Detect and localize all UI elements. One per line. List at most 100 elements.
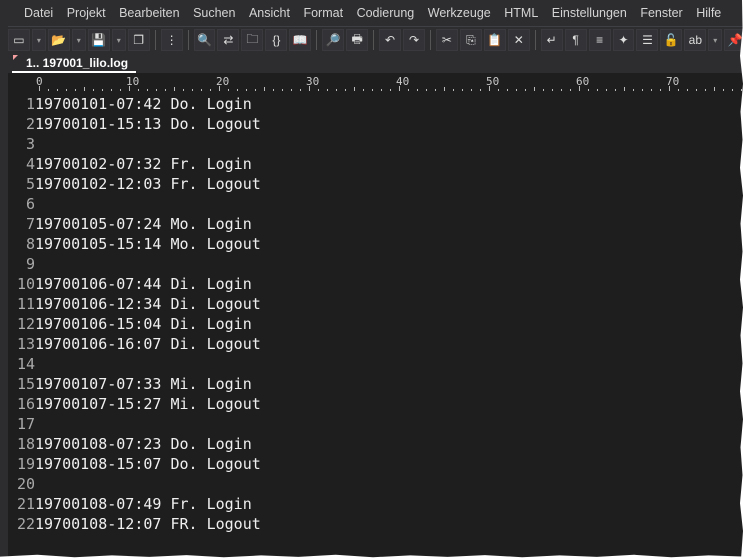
ruler-tick <box>264 87 265 91</box>
ruler-label: 30 <box>306 75 320 88</box>
ruler-tick <box>633 89 634 91</box>
delete-icon[interactable]: ✕ <box>507 29 530 51</box>
menu-ansicht[interactable]: Ansicht <box>249 6 290 20</box>
redo-icon[interactable]: ↷ <box>403 29 425 51</box>
print-icon[interactable]: 🖶 <box>346 29 369 51</box>
menu-einstellungen[interactable]: Einstellungen <box>552 6 627 20</box>
line-text: 19700101-15:13 Do. Logout <box>35 115 261 133</box>
line-number: 1 <box>25 95 35 113</box>
ruler-label: 40 <box>396 75 410 88</box>
line-text: 19700107-07:33 Mi. Login <box>35 375 252 393</box>
project-tree-icon[interactable]: ⋮ <box>160 29 183 51</box>
cut-icon[interactable]: ✂ <box>435 29 458 51</box>
tab-label: 1.. 197001_lilo.log <box>26 56 129 70</box>
ruler-label: 10 <box>126 75 140 88</box>
pilcrow-icon[interactable]: ¶ <box>564 29 587 51</box>
ruler-tick <box>237 89 238 91</box>
ruler-tick <box>75 89 76 91</box>
ruler-tick <box>93 89 94 91</box>
dropdown-icon[interactable]: ▾ <box>31 29 46 51</box>
text-line: 16 19700107-15:27 Mi. Logout <box>8 394 261 414</box>
undo-icon[interactable]: ↶ <box>379 29 402 51</box>
ruler-tick <box>255 89 256 91</box>
print-preview-icon[interactable]: 🔎 <box>322 29 345 51</box>
line-text: 19700102-07:32 Fr. Login <box>35 155 252 173</box>
ruler-tick <box>282 89 283 91</box>
line-number: 20 <box>16 475 35 493</box>
find-in-files-icon[interactable]: 🗀 <box>241 29 264 51</box>
tab-file[interactable]: 1.. 197001_lilo.log <box>12 55 137 73</box>
save-icon[interactable]: 💾 <box>87 29 110 51</box>
ruler-tick <box>354 87 355 91</box>
line-text: 19700101-07:42 Do. Login <box>35 95 252 113</box>
outline-icon[interactable]: ☰ <box>636 29 659 51</box>
menu-codierung[interactable]: Codierung <box>357 6 415 20</box>
ruler-tick <box>444 87 445 91</box>
ruler-tick <box>660 89 661 91</box>
ruler-tick <box>714 87 715 91</box>
ruler-tick <box>381 89 382 91</box>
menu-datei[interactable]: Datei <box>24 6 53 20</box>
menu-hilfe[interactable]: Hilfe <box>696 6 721 20</box>
menu-projekt[interactable]: Projekt <box>67 6 106 20</box>
code-brackets-icon[interactable]: {} <box>265 29 288 51</box>
menu-werkzeuge[interactable]: Werkzeuge <box>428 6 491 20</box>
line-number: 13 <box>16 335 35 353</box>
line-text: 19700107-15:27 Mi. Logout <box>35 395 261 413</box>
paste-icon[interactable]: 📋 <box>483 29 506 51</box>
cpp-icon[interactable]: ✦ <box>612 29 635 51</box>
editor[interactable]: 0 10 20 30 40 50 60 70 1 19700101-07:42 Do. Logi… <box>8 73 746 559</box>
ruler-tick <box>534 87 535 91</box>
line-number: 4 <box>25 155 35 173</box>
dropdown-icon[interactable]: ▾ <box>708 29 723 51</box>
ruler-tick <box>588 89 589 91</box>
unlock-icon[interactable]: 🔓 <box>660 29 683 51</box>
dropdown-icon[interactable]: ▾ <box>111 29 126 51</box>
ruler-tick <box>246 89 247 91</box>
text-content[interactable]: 1 19700101-07:42 Do. Login 2 19700101-15:13… <box>8 94 261 534</box>
line-number: 18 <box>16 435 35 453</box>
new-file-icon[interactable]: ▭ <box>8 29 30 51</box>
text-line: 12 19700106-15:04 Di. Login <box>8 314 261 334</box>
ruler-tick <box>453 89 454 91</box>
menu-format[interactable]: Format <box>303 6 343 20</box>
book-icon[interactable]: 📖 <box>289 29 312 51</box>
replace-icon[interactable]: ⇄ <box>217 29 240 51</box>
line-number: 7 <box>25 215 35 233</box>
line-text: 19700106-16:07 Di. Logout <box>35 335 261 353</box>
open-folder-icon[interactable]: 📂 <box>47 29 70 51</box>
ruler-label: 20 <box>216 75 230 88</box>
ruler-tick <box>705 89 706 91</box>
line-text: 19700105-15:14 Mo. Logout <box>35 235 261 253</box>
save-all-icon[interactable]: ❐ <box>127 29 150 51</box>
ruler-tick <box>498 89 499 91</box>
ruler-tick <box>480 89 481 91</box>
ruler-tick <box>210 89 211 91</box>
line-number: 6 <box>25 195 35 213</box>
ruler-tick <box>678 89 679 91</box>
ruler-tick <box>741 89 742 91</box>
syntax-highlight-icon[interactable]: ≡ <box>588 29 611 51</box>
ruler-tick <box>615 89 616 91</box>
spell-check-icon[interactable]: ab <box>684 29 707 51</box>
ruler-tick <box>561 89 562 91</box>
ruler-tick <box>102 89 103 91</box>
menu-bearbeiten[interactable]: Bearbeiten <box>119 6 179 20</box>
ruler-tick <box>426 89 427 91</box>
text-line: 7 19700105-07:24 Mo. Login <box>8 214 261 234</box>
ruler-tick <box>327 89 328 91</box>
ruler-tick <box>471 89 472 91</box>
ruler-tick <box>111 89 112 91</box>
line-number: 2 <box>25 115 35 133</box>
word-wrap-icon[interactable]: ↵ <box>540 29 563 51</box>
dropdown-icon[interactable]: ▾ <box>71 29 86 51</box>
copy-icon[interactable]: ⎘ <box>459 29 482 51</box>
menu-suchen[interactable]: Suchen <box>193 6 235 20</box>
ruler-tick <box>642 89 643 91</box>
menu-html[interactable]: HTML <box>504 6 538 20</box>
menu-fenster[interactable]: Fenster <box>640 6 682 20</box>
ruler-tick <box>543 89 544 91</box>
search-icon[interactable]: 🔍 <box>193 29 216 51</box>
ruler-tick <box>372 89 373 91</box>
ruler-tick <box>192 89 193 91</box>
